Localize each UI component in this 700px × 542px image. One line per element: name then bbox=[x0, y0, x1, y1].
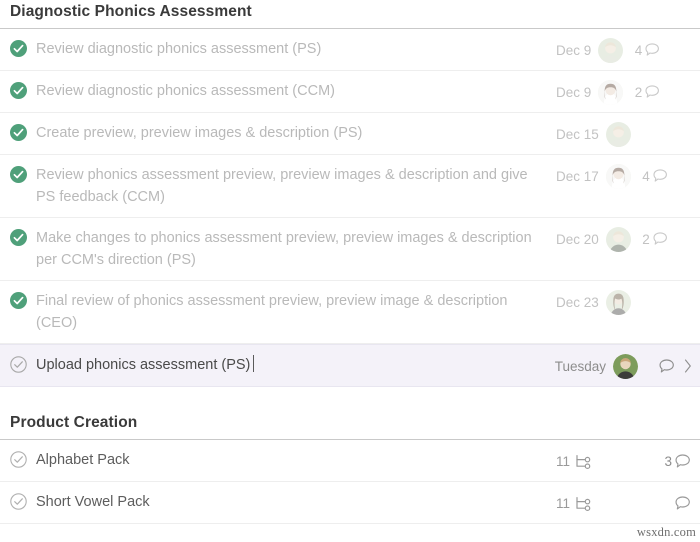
task-meta: 11 bbox=[556, 492, 691, 514]
text-cursor bbox=[253, 355, 255, 372]
subtask-count-group[interactable]: 11 bbox=[556, 454, 592, 469]
subtask-branch-icon bbox=[576, 496, 591, 511]
comment-bubble-icon bbox=[675, 453, 690, 468]
task-due-date: Dec 9 bbox=[556, 42, 592, 58]
task-label: Review diagnostic phonics assessment (CC… bbox=[36, 83, 335, 99]
task-row-selected[interactable]: Upload phonics assessment (PS) Tuesday bbox=[0, 344, 700, 387]
avatar[interactable] bbox=[605, 226, 631, 252]
comment-bubble-icon bbox=[675, 495, 690, 510]
task-meta: Dec 15 bbox=[556, 121, 668, 147]
watermark: wsxdn.com bbox=[636, 525, 696, 539]
avatar[interactable] bbox=[605, 163, 631, 189]
check-circle-filled-icon[interactable] bbox=[10, 82, 27, 99]
task-row[interactable]: Short Vowel Pack 11 bbox=[0, 482, 700, 524]
task-meta: Dec 9 2 bbox=[556, 79, 660, 105]
task-label: Review diagnostic phonics assessment (PS… bbox=[36, 41, 322, 57]
avatar[interactable] bbox=[598, 37, 624, 63]
task-row[interactable]: Alphabet Pack 11 3 bbox=[0, 440, 700, 482]
task-row[interactable]: Review diagnostic phonics assessment (CC… bbox=[0, 71, 700, 113]
avatar[interactable] bbox=[605, 289, 631, 315]
task-meta: Dec 17 4 bbox=[556, 163, 668, 189]
avatar[interactable] bbox=[605, 121, 631, 147]
check-circle-outline-icon[interactable] bbox=[10, 356, 27, 373]
task-meta: Dec 23 bbox=[556, 289, 668, 315]
comment-count-group[interactable]: 3 bbox=[661, 454, 691, 469]
task-due-date: Dec 15 bbox=[556, 126, 599, 142]
comment-count-group[interactable]: 2 bbox=[638, 232, 668, 247]
task-list-panel: Diagnostic Phonics Assessment Review dia… bbox=[0, 0, 700, 542]
check-circle-filled-icon[interactable] bbox=[10, 292, 27, 309]
subtask-branch-icon bbox=[576, 454, 591, 469]
task-row[interactable]: Final review of phonics assessment previ… bbox=[0, 281, 700, 344]
check-circle-filled-icon[interactable] bbox=[10, 166, 27, 183]
check-circle-filled-icon[interactable] bbox=[10, 40, 27, 57]
task-row[interactable]: Make changes to phonics assessment previ… bbox=[0, 218, 700, 281]
comment-bubble-icon bbox=[645, 85, 660, 98]
task-due-date: Dec 9 bbox=[556, 84, 592, 100]
task-due-date: Dec 17 bbox=[556, 168, 599, 184]
comment-bubble-icon bbox=[659, 358, 674, 373]
task-row[interactable]: Review phonics assessment preview, previ… bbox=[0, 155, 700, 218]
task-label: Final review of phonics assessment previ… bbox=[36, 293, 508, 331]
task-row[interactable]: Create preview, preview images & descrip… bbox=[0, 113, 700, 155]
section-header-diagnostic-phonics-assessment: Diagnostic Phonics Assessment bbox=[0, 0, 700, 29]
comment-count-group[interactable]: 4 bbox=[630, 43, 660, 58]
comment-bubble-icon bbox=[653, 232, 667, 245]
check-circle-outline-icon[interactable] bbox=[10, 451, 27, 468]
comment-count: 2 bbox=[642, 231, 650, 247]
comment-count-group[interactable]: 4 bbox=[638, 169, 668, 184]
task-label: Short Vowel Pack bbox=[36, 494, 150, 510]
subtask-count: 11 bbox=[556, 453, 571, 469]
task-row[interactable]: Review diagnostic phonics assessment (PS… bbox=[0, 29, 700, 71]
task-label-editable[interactable]: Upload phonics assessment (PS) bbox=[36, 354, 555, 376]
task-due-date: Tuesday bbox=[554, 358, 606, 374]
comment-count-group[interactable] bbox=[645, 358, 675, 374]
avatar[interactable] bbox=[613, 353, 638, 379]
section-header-product-creation: Product Creation bbox=[0, 413, 700, 440]
chevron-right-icon[interactable] bbox=[684, 359, 692, 373]
task-meta: Dec 20 2 bbox=[556, 226, 668, 252]
task-label: Make changes to phonics assessment previ… bbox=[36, 230, 532, 268]
comment-bubble-icon bbox=[653, 169, 667, 182]
subtask-count: 11 bbox=[556, 495, 571, 511]
task-meta: 11 3 bbox=[556, 450, 691, 472]
task-label-text: Upload phonics assessment (PS) bbox=[36, 357, 251, 373]
check-circle-outline-icon[interactable] bbox=[10, 493, 27, 510]
task-meta: Tuesday bbox=[554, 353, 692, 379]
subtask-count-group[interactable]: 11 bbox=[556, 496, 592, 511]
comment-count-group[interactable] bbox=[661, 495, 691, 511]
task-due-date: Dec 20 bbox=[556, 231, 599, 247]
task-label: Create preview, preview images & descrip… bbox=[36, 125, 363, 141]
check-circle-filled-icon[interactable] bbox=[10, 124, 27, 141]
comment-count: 3 bbox=[664, 453, 673, 469]
comment-count: 2 bbox=[634, 84, 643, 100]
comment-bubble-icon bbox=[645, 43, 660, 56]
comment-count: 4 bbox=[642, 168, 650, 184]
avatar[interactable] bbox=[598, 79, 624, 105]
task-meta: Dec 9 4 bbox=[556, 37, 660, 63]
check-circle-filled-icon[interactable] bbox=[10, 229, 27, 246]
section-divider-gap bbox=[0, 387, 700, 413]
task-due-date: Dec 23 bbox=[556, 294, 599, 310]
comment-count: 4 bbox=[634, 42, 643, 58]
comment-count-group[interactable]: 2 bbox=[630, 85, 660, 100]
task-label: Alphabet Pack bbox=[36, 452, 130, 468]
task-label: Review phonics assessment preview, previ… bbox=[36, 167, 528, 205]
